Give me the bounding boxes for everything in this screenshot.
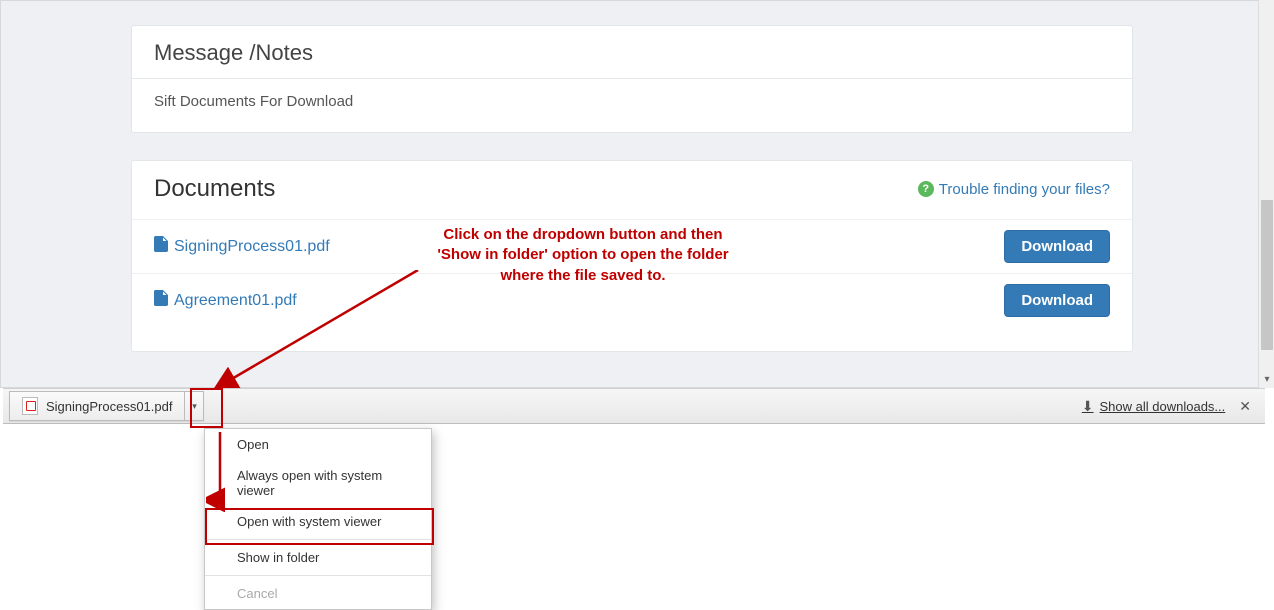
file-icon	[154, 236, 168, 257]
download-item: SigningProcess01.pdf ▾	[9, 391, 204, 421]
close-download-bar-button[interactable]: ✕	[1235, 398, 1255, 415]
notes-header: Message /Notes	[132, 26, 1132, 79]
document-name: SigningProcess01.pdf	[174, 238, 330, 256]
document-link[interactable]: SigningProcess01.pdf	[154, 236, 330, 257]
menu-item-open-system[interactable]: Open with system viewer	[205, 506, 431, 537]
scrollbar-down-arrow-icon[interactable]: ▾	[1261, 374, 1273, 386]
scrollbar-thumb[interactable]	[1261, 200, 1273, 350]
help-link[interactable]: ? Trouble finding your files?	[918, 181, 1110, 198]
help-link-label: Trouble finding your files?	[939, 181, 1110, 198]
download-bar-right: ⬇ Show all downloads... ✕	[1082, 398, 1265, 415]
menu-item-show-in-folder[interactable]: Show in folder	[205, 542, 431, 573]
scrollbar[interactable]: ▾	[1258, 0, 1274, 388]
download-item-filename: SigningProcess01.pdf	[46, 399, 172, 414]
show-all-label: Show all downloads...	[1100, 399, 1226, 414]
document-name: Agreement01.pdf	[174, 292, 297, 310]
menu-separator	[205, 575, 431, 576]
question-circle-icon: ?	[918, 181, 934, 197]
menu-item-always-open[interactable]: Always open with system viewer	[205, 460, 431, 506]
notes-title: Message /Notes	[154, 40, 1110, 66]
documents-title: Documents	[154, 175, 275, 203]
documents-header: Documents ? Trouble finding your files?	[132, 161, 1132, 219]
annotation-line: where the file saved to.	[418, 266, 748, 286]
download-item-open[interactable]: SigningProcess01.pdf	[10, 392, 185, 420]
menu-item-cancel[interactable]: Cancel	[205, 578, 431, 609]
annotation-line: Click on the dropdown button and then	[418, 225, 748, 245]
chevron-down-icon: ▾	[192, 401, 197, 412]
notes-panel: Message /Notes Sift Documents For Downlo…	[131, 25, 1133, 133]
download-item-dropdown[interactable]: ▾	[185, 392, 203, 420]
pdf-icon	[22, 397, 38, 415]
annotation-line: 'Show in folder' option to open the fold…	[418, 245, 748, 265]
menu-separator	[205, 539, 431, 540]
annotation-text: Click on the dropdown button and then 'S…	[418, 225, 748, 286]
document-link[interactable]: Agreement01.pdf	[154, 290, 297, 311]
download-button[interactable]: Download	[1004, 284, 1110, 317]
download-arrow-icon: ⬇	[1082, 398, 1094, 415]
menu-item-open[interactable]: Open	[205, 429, 431, 460]
download-button[interactable]: Download	[1004, 230, 1110, 263]
download-bar: SigningProcess01.pdf ▾ ⬇ Show all downlo…	[3, 388, 1265, 424]
file-icon	[154, 290, 168, 311]
notes-body: Sift Documents For Download	[132, 79, 1132, 124]
close-icon: ✕	[1239, 398, 1251, 414]
show-all-downloads-link[interactable]: ⬇ Show all downloads...	[1082, 398, 1225, 415]
download-context-menu: Open Always open with system viewer Open…	[204, 428, 432, 610]
